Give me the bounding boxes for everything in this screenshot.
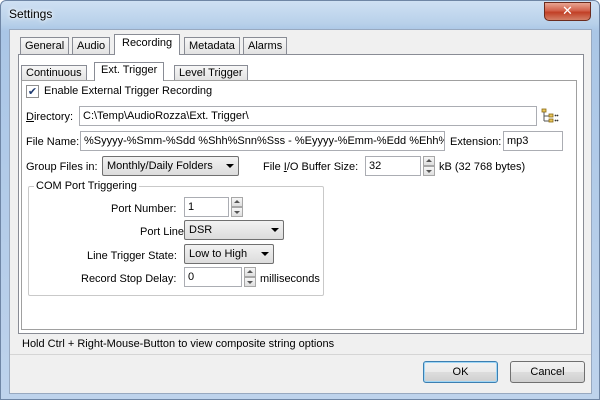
window-title: Settings — [9, 7, 53, 21]
tab-alarms[interactable]: Alarms — [243, 37, 288, 55]
spin-down-icon[interactable] — [231, 207, 243, 217]
buffer-size-label: File I/O Buffer Size: — [263, 161, 359, 173]
cancel-button[interactable]: Cancel — [510, 361, 585, 383]
tab-general[interactable]: General — [20, 37, 70, 55]
enable-trigger-label: Enable External Trigger Recording — [44, 85, 213, 97]
title-bar[interactable]: Settings ✕ — [1, 1, 599, 29]
port-number-spinner[interactable] — [231, 197, 243, 217]
spin-up-icon[interactable] — [423, 156, 435, 166]
chevron-down-icon — [226, 164, 234, 168]
extension-input[interactable]: mp3 — [503, 131, 563, 151]
record-stop-delay-unit: milliseconds — [260, 273, 320, 285]
buffer-size-spinner[interactable] — [423, 156, 435, 176]
spin-up-icon[interactable] — [231, 197, 243, 207]
ok-button[interactable]: OK — [423, 361, 498, 383]
port-line-label: Port Line: — [140, 226, 188, 238]
buffer-size-input[interactable]: 32 — [365, 156, 421, 176]
chevron-down-icon — [261, 252, 269, 256]
port-number-input[interactable]: 1 — [184, 197, 229, 217]
port-line-select[interactable]: DSR — [184, 220, 284, 240]
com-port-group: COM Port Triggering Port Number: 1 Port … — [28, 180, 324, 296]
close-button[interactable]: ✕ — [544, 2, 591, 21]
record-stop-delay-input[interactable]: 0 — [184, 267, 242, 287]
directory-label: Directory: — [26, 111, 74, 123]
hint-text: Hold Ctrl + Right-Mouse-Button to view c… — [22, 338, 335, 350]
spin-up-icon[interactable] — [244, 267, 256, 277]
ext-trigger-panel: ✔ Enable External Trigger Recording Dire… — [21, 80, 577, 330]
file-name-input[interactable]: %Syyyy-%Smm-%Sdd %Shh%Snn%Sss - %Eyyyy-%… — [80, 131, 445, 151]
line-trigger-state-select[interactable]: Low to High — [184, 244, 274, 264]
port-line-value: DSR — [189, 224, 213, 236]
spin-down-icon[interactable] — [423, 166, 435, 176]
group-files-select[interactable]: Monthly/Daily Folders — [102, 156, 239, 176]
recording-tab-panel: Continuous Ext. Trigger Level Trigger ✔ … — [18, 54, 584, 334]
folder-tree-icon[interactable] — [541, 108, 559, 124]
spin-down-icon[interactable] — [244, 277, 256, 287]
extension-label: Extension: — [450, 136, 502, 148]
directory-input[interactable]: C:\Temp\AudioRozza\Ext. Trigger\ — [79, 106, 537, 126]
buffer-size-unit: kB (32 768 bytes) — [439, 161, 526, 173]
line-trigger-state-label: Line Trigger State: — [87, 250, 177, 262]
tab-audio[interactable]: Audio — [72, 37, 111, 55]
file-name-label: File Name: — [26, 136, 80, 148]
com-port-group-title: COM Port Triggering — [34, 180, 139, 192]
record-stop-delay-label: Record Stop Delay: — [81, 273, 177, 285]
port-number-label: Port Number: — [111, 203, 177, 215]
tab-recording[interactable]: Recording — [114, 34, 181, 55]
line-trigger-state-value: Low to High — [189, 248, 248, 260]
group-files-label: Group Files in: — [26, 161, 98, 173]
subtab-level-trigger[interactable]: Level Trigger — [174, 65, 248, 81]
subtab-continuous[interactable]: Continuous — [21, 65, 87, 81]
tab-metadata[interactable]: Metadata — [184, 37, 240, 55]
divider — [10, 354, 591, 355]
chevron-down-icon — [271, 228, 279, 232]
dialog-client-area: General Audio Recording Metadata Alarms … — [9, 29, 592, 394]
record-stop-delay-spinner[interactable] — [244, 267, 256, 287]
enable-trigger-checkbox[interactable]: ✔ — [26, 85, 39, 98]
settings-window: Settings ✕ General Audio Recording Metad… — [0, 0, 600, 400]
subtab-ext-trigger[interactable]: Ext. Trigger — [94, 62, 165, 81]
group-files-value: Monthly/Daily Folders — [107, 160, 213, 172]
